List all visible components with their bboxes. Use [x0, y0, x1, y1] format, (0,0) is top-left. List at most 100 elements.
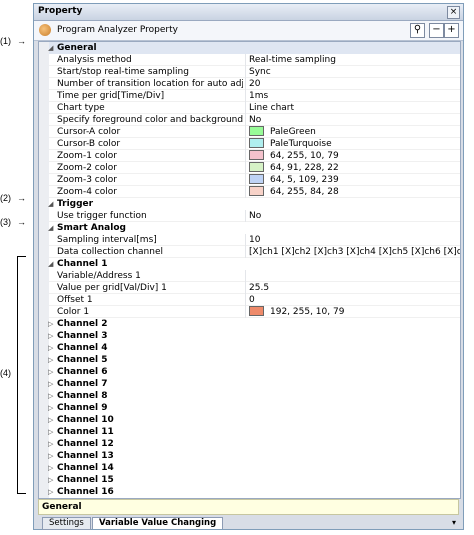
property-name: Use trigger function: [57, 211, 147, 221]
property-name: Channel 4: [57, 343, 108, 353]
property-row[interactable]: Zoom-3 color 64, 5, 109, 239: [39, 174, 460, 186]
property-name: Start/stop real-time sampling: [57, 67, 189, 77]
channel-row[interactable]: ▷ Channel 2: [39, 318, 460, 330]
expand-triangle-icon[interactable]: ▷: [48, 390, 53, 402]
property-row[interactable]: Time per grid[Time/Div] 1ms: [39, 90, 460, 102]
property-row[interactable]: Value per grid[Val/Div] 1 25.5: [39, 282, 460, 294]
color-swatch: [249, 306, 264, 316]
property-row[interactable]: Cursor-A color PaleGreen: [39, 126, 460, 138]
property-row[interactable]: Color 1 192, 255, 10, 79: [39, 306, 460, 318]
property-row[interactable]: Variable/Address 1: [39, 270, 460, 282]
channel-row[interactable]: ▷ Channel 12: [39, 438, 460, 450]
expand-triangle-icon[interactable]: ▷: [48, 366, 53, 378]
tab-variable-value-changing[interactable]: Variable Value Changing: [92, 517, 224, 529]
property-value-text: 64, 5, 109, 239: [270, 175, 339, 185]
property-row[interactable]: Zoom-2 color 64, 91, 228, 22: [39, 162, 460, 174]
channel-row[interactable]: ▷ Channel 14: [39, 462, 460, 474]
expand-triangle-icon[interactable]: ▷: [48, 330, 53, 342]
expand-triangle-icon[interactable]: ▷: [48, 474, 53, 486]
property-value[interactable]: [X]ch1 [X]ch2 [X]ch3 [X]ch4 [X]ch5 [X]ch…: [245, 246, 460, 258]
property-value[interactable]: 64, 91, 228, 22: [245, 162, 460, 174]
property-value[interactable]: 10: [245, 234, 460, 246]
close-icon[interactable]: ×: [447, 6, 460, 19]
channel-row[interactable]: ▷ Channel 5: [39, 354, 460, 366]
property-value[interactable]: PaleTurquoise: [245, 138, 460, 150]
collapse-triangle-icon[interactable]: ◢: [48, 198, 53, 210]
tab-settings[interactable]: Settings: [42, 517, 91, 530]
property-row[interactable]: Data collection channel [X]ch1 [X]ch2 [X]…: [39, 246, 460, 258]
expand-triangle-icon[interactable]: ▷: [48, 354, 53, 366]
collapse-all-button[interactable]: −: [429, 23, 444, 38]
property-name: Data collection channel: [57, 247, 164, 257]
channel-row[interactable]: ▷ Channel 10: [39, 414, 460, 426]
property-name: Cursor-B color: [57, 139, 121, 149]
property-row[interactable]: Specify foreground color and background …: [39, 114, 460, 126]
channel-row[interactable]: ▷ Channel 3: [39, 330, 460, 342]
row-gutter: [39, 90, 49, 102]
channel-row[interactable]: ▷ Channel 6: [39, 366, 460, 378]
channel-row[interactable]: ▷ Channel 4: [39, 342, 460, 354]
description-title: General: [42, 502, 82, 512]
expand-triangle-icon[interactable]: ▷: [48, 342, 53, 354]
expand-triangle-icon[interactable]: ▷: [48, 402, 53, 414]
property-row[interactable]: Use trigger function No: [39, 210, 460, 222]
property-row[interactable]: Sampling interval[ms] 10: [39, 234, 460, 246]
property-value[interactable]: 0: [245, 294, 460, 306]
property-value-text: 10: [249, 235, 261, 245]
expand-triangle-icon[interactable]: ▷: [48, 462, 53, 474]
property-name: Smart Analog: [57, 223, 126, 233]
channel-row[interactable]: ▷ Channel 13: [39, 450, 460, 462]
expand-triangle-icon[interactable]: ▷: [48, 438, 53, 450]
channel-row[interactable]: ▷ Channel 8: [39, 390, 460, 402]
property-value[interactable]: 64, 255, 10, 79: [245, 150, 460, 162]
property-value[interactable]: Real-time sampling: [245, 54, 460, 66]
category-row[interactable]: ◢ Smart Analog: [39, 222, 460, 234]
property-row[interactable]: Start/stop real-time sampling Sync: [39, 66, 460, 78]
channel-row[interactable]: ▷ Channel 7: [39, 378, 460, 390]
expand-triangle-icon[interactable]: ▷: [48, 486, 53, 498]
channel-row[interactable]: ▷ Channel 15: [39, 474, 460, 486]
property-value[interactable]: 20: [245, 78, 460, 90]
property-value[interactable]: [245, 270, 460, 282]
arrow-right-icon: →: [17, 217, 26, 227]
channel-row[interactable]: ▷ Channel 11: [39, 426, 460, 438]
collapse-triangle-icon[interactable]: ◢: [48, 222, 53, 234]
property-value[interactable]: 64, 255, 84, 28: [245, 186, 460, 198]
collapse-triangle-icon[interactable]: ◢: [48, 258, 53, 270]
category-row[interactable]: ◢ Trigger: [39, 198, 460, 210]
property-row[interactable]: Analysis method Real-time sampling: [39, 54, 460, 66]
channel-row[interactable]: ◢ Channel 1: [39, 258, 460, 270]
expand-triangle-icon[interactable]: ▷: [48, 414, 53, 426]
expand-triangle-icon[interactable]: ▷: [48, 426, 53, 438]
collapse-triangle-icon[interactable]: ◢: [48, 42, 53, 54]
expand-triangle-icon[interactable]: ▷: [48, 318, 53, 330]
property-value[interactable]: No: [245, 114, 460, 126]
property-row[interactable]: Number of transition location for auto a…: [39, 78, 460, 90]
search-icon[interactable]: ⚲: [410, 23, 425, 38]
expand-triangle-icon[interactable]: ▷: [48, 450, 53, 462]
channel-row[interactable]: ▷ Channel 16: [39, 486, 460, 498]
property-value[interactable]: No: [245, 210, 460, 222]
property-value[interactable]: 1ms: [245, 90, 460, 102]
property-value[interactable]: Line chart: [245, 102, 460, 114]
property-row[interactable]: Offset 1 0: [39, 294, 460, 306]
property-value[interactable]: PaleGreen: [245, 126, 460, 138]
property-row[interactable]: Cursor-B color PaleTurquoise: [39, 138, 460, 150]
panel-title: Property: [38, 6, 83, 16]
property-value[interactable]: 192, 255, 10, 79: [245, 306, 460, 318]
property-name: Channel 5: [57, 355, 108, 365]
expand-triangle-icon[interactable]: ▷: [48, 378, 53, 390]
property-value-text: Line chart: [249, 103, 295, 113]
panel-toolbar: Program Analyzer Property ⚲ − +: [34, 21, 463, 41]
property-value[interactable]: 64, 5, 109, 239: [245, 174, 460, 186]
property-value[interactable]: Sync: [245, 66, 460, 78]
property-row[interactable]: Zoom-4 color 64, 255, 84, 28: [39, 186, 460, 198]
category-row[interactable]: ◢ General: [39, 42, 460, 54]
property-row[interactable]: Zoom-1 color 64, 255, 10, 79: [39, 150, 460, 162]
channel-row[interactable]: ▷ Channel 9: [39, 402, 460, 414]
property-name: Channel 16: [57, 487, 114, 497]
expand-all-button[interactable]: +: [444, 23, 459, 38]
chevron-down-icon[interactable]: ▾: [452, 518, 456, 527]
property-row[interactable]: Chart type Line chart: [39, 102, 460, 114]
property-value[interactable]: 25.5: [245, 282, 460, 294]
